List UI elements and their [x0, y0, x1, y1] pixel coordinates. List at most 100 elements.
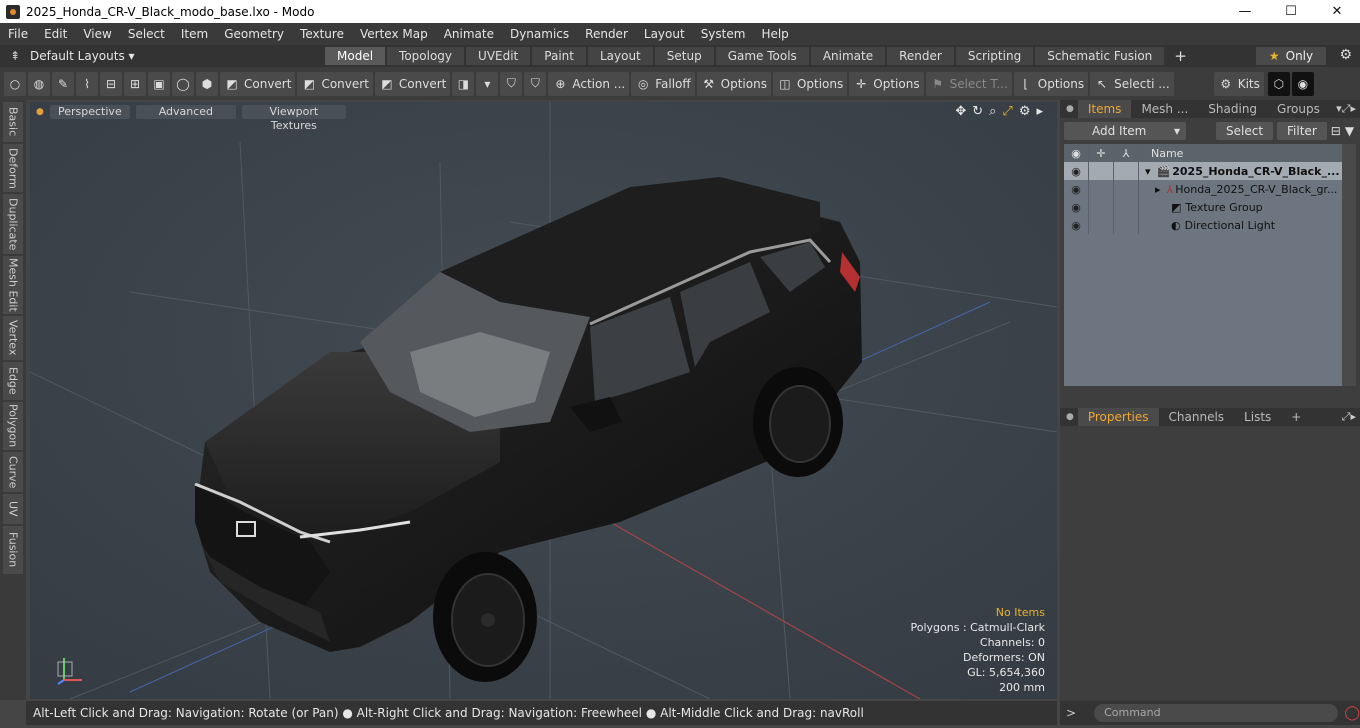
- gear-icon[interactable]: ⚙: [1339, 47, 1352, 63]
- action-center-button[interactable]: ⊕ Action ...: [548, 71, 630, 96]
- unity-icon[interactable]: ⬡: [1267, 71, 1290, 96]
- tab-properties[interactable]: Properties: [1077, 408, 1159, 426]
- minimize-button[interactable]: —: [1222, 0, 1268, 23]
- only-toggle[interactable]: ★ Only: [1256, 47, 1326, 65]
- tab-groups[interactable]: Groups: [1267, 100, 1330, 118]
- add-item-button[interactable]: Add Item ▾: [1064, 122, 1186, 140]
- expand-arrow-icon[interactable]: ▸: [1155, 183, 1161, 196]
- close-button[interactable]: ✕: [1314, 0, 1360, 23]
- shield-alt-icon[interactable]: ⛉: [524, 71, 547, 96]
- tab-model[interactable]: Model: [325, 47, 386, 65]
- viewport-dot-icon[interactable]: ●: [36, 107, 44, 117]
- tab-shading[interactable]: Shading: [1198, 100, 1267, 118]
- vtab-polygon[interactable]: Polygon: [3, 402, 23, 450]
- maximize-button[interactable]: ☐: [1268, 0, 1314, 23]
- default-layouts-dropdown[interactable]: Default Layouts ▾: [30, 49, 135, 63]
- vtab-deform[interactable]: Deform: [3, 144, 23, 192]
- options-button-4[interactable]: ⌊ Options: [1013, 71, 1089, 96]
- pan-icon[interactable]: ✥: [955, 104, 966, 119]
- list-item[interactable]: ◉ ◐ Directional Light: [1064, 216, 1342, 234]
- options-button-2[interactable]: ◫ Options: [772, 71, 848, 96]
- menu-render[interactable]: Render: [577, 23, 636, 45]
- vtab-mesh-edit[interactable]: Mesh Edit: [3, 256, 23, 314]
- globe-icon[interactable]: ◍: [28, 71, 50, 96]
- list-item[interactable]: ◉ ▾ 🎬 2025_Honda_CR-V_Black_...: [1064, 162, 1342, 180]
- eye-icon[interactable]: ◉: [1064, 216, 1089, 234]
- list-item[interactable]: ◉ ◩ Texture Group: [1064, 198, 1342, 216]
- menu-vertex-map[interactable]: Vertex Map: [352, 23, 436, 45]
- item-mode-icon[interactable]: ▣: [148, 71, 170, 96]
- brush-icon[interactable]: ⌇: [76, 71, 98, 96]
- eye-icon[interactable]: ◉: [1064, 198, 1089, 216]
- tab-layout[interactable]: Layout: [587, 47, 653, 65]
- tab-lists[interactable]: Lists: [1234, 408, 1281, 426]
- eye-icon[interactable]: ◉: [1064, 162, 1089, 180]
- menu-dynamics[interactable]: Dynamics: [502, 23, 577, 45]
- vertex-mode-icon[interactable]: ○: [4, 71, 26, 96]
- menu-layout[interactable]: Layout: [636, 23, 693, 45]
- menu-file[interactable]: File: [0, 23, 36, 45]
- options-button-1[interactable]: ⚒ Options: [696, 71, 771, 96]
- chevron-down-icon[interactable]: ▾: [476, 71, 499, 96]
- command-input[interactable]: Command: [1094, 704, 1339, 722]
- pen-icon[interactable]: ✎: [52, 71, 74, 96]
- tab-uvedit[interactable]: UVEdit: [466, 47, 531, 65]
- menu-texture[interactable]: Texture: [292, 23, 352, 45]
- tab-render[interactable]: Render: [887, 47, 954, 65]
- panel-expand-icon[interactable]: ⤢▸: [1342, 410, 1356, 424]
- vtab-edge[interactable]: Edge: [3, 362, 23, 400]
- tab-paint[interactable]: Paint: [532, 47, 586, 65]
- zoom-icon[interactable]: ⌕: [989, 104, 996, 119]
- panel-dot-icon[interactable]: ●: [1066, 412, 1074, 422]
- tab-game-tools[interactable]: Game Tools: [715, 47, 809, 65]
- 3d-viewport[interactable]: ● Perspective Advanced Viewport Textures…: [30, 102, 1057, 699]
- select-t-button[interactable]: ⚑ Select T...: [925, 71, 1012, 96]
- options-button-3[interactable]: ✛ Options: [849, 71, 924, 96]
- convert-button-1[interactable]: ◩ Convert: [220, 71, 296, 96]
- kits-button[interactable]: ⚙ Kits: [1213, 71, 1264, 96]
- maximize-viewport-icon[interactable]: ⤢: [1002, 104, 1012, 119]
- menu-edit[interactable]: Edit: [36, 23, 75, 45]
- layout-collapse-icon[interactable]: ⇞: [0, 49, 30, 63]
- panel-expand-icon[interactable]: ▾⤢▸: [1336, 102, 1356, 116]
- collapse-icon[interactable]: ⊟: [1331, 124, 1341, 138]
- unreal-icon[interactable]: ◉: [1291, 71, 1314, 96]
- box-icon[interactable]: ◨: [452, 71, 475, 96]
- tab-scripting[interactable]: Scripting: [955, 47, 1034, 65]
- menu-animate[interactable]: Animate: [436, 23, 502, 45]
- circle-mode-icon[interactable]: ◯: [172, 71, 194, 96]
- menu-geometry[interactable]: Geometry: [216, 23, 292, 45]
- polygon-mode-icon[interactable]: ⊞: [124, 71, 146, 96]
- shield-icon[interactable]: ⛉: [500, 71, 523, 96]
- record-icon[interactable]: ◯: [1344, 705, 1360, 721]
- menu-item[interactable]: Item: [173, 23, 216, 45]
- advanced-button[interactable]: Advanced: [135, 105, 236, 119]
- convert-button-3[interactable]: ◩ Convert: [374, 71, 451, 96]
- select-button[interactable]: Select: [1216, 122, 1274, 140]
- tab-mesh[interactable]: Mesh ...: [1131, 100, 1198, 118]
- falloff-button[interactable]: ◎ Falloff: [631, 71, 695, 96]
- viewport-menu-icon[interactable]: ▸: [1036, 104, 1043, 119]
- convert-button-2[interactable]: ◩ Convert: [297, 71, 373, 96]
- viewport-textures-button[interactable]: Viewport Textures: [241, 105, 346, 132]
- tab-setup[interactable]: Setup: [654, 47, 714, 65]
- viewport-gear-icon[interactable]: ⚙: [1019, 104, 1031, 119]
- cube-icon[interactable]: ⬢: [196, 71, 218, 96]
- panel-dot-icon[interactable]: ●: [1066, 104, 1074, 114]
- add-panel-tab[interactable]: +: [1281, 408, 1311, 426]
- menu-view[interactable]: View: [75, 23, 119, 45]
- selection-button[interactable]: ↖ Selecti ...: [1090, 71, 1174, 96]
- vtab-duplicate[interactable]: Duplicate: [3, 194, 23, 254]
- list-item[interactable]: ◉ ▸ ⅄ Honda_2025_CR-V_Black_gr...: [1064, 180, 1342, 198]
- vtab-curve[interactable]: Curve: [3, 452, 23, 492]
- items-scrollbar[interactable]: [1342, 144, 1356, 386]
- add-tab-icon[interactable]: +: [1174, 47, 1187, 65]
- rotate-icon[interactable]: ↻: [972, 104, 983, 119]
- menu-system[interactable]: System: [693, 23, 754, 45]
- vtab-basic[interactable]: Basic: [3, 102, 23, 142]
- tab-schematic-fusion[interactable]: Schematic Fusion: [1035, 47, 1165, 65]
- vtab-vertex[interactable]: Vertex: [3, 316, 23, 360]
- funnel-icon[interactable]: ▼: [1345, 124, 1354, 138]
- perspective-button[interactable]: Perspective: [49, 105, 130, 119]
- vtab-uv[interactable]: UV: [3, 494, 23, 524]
